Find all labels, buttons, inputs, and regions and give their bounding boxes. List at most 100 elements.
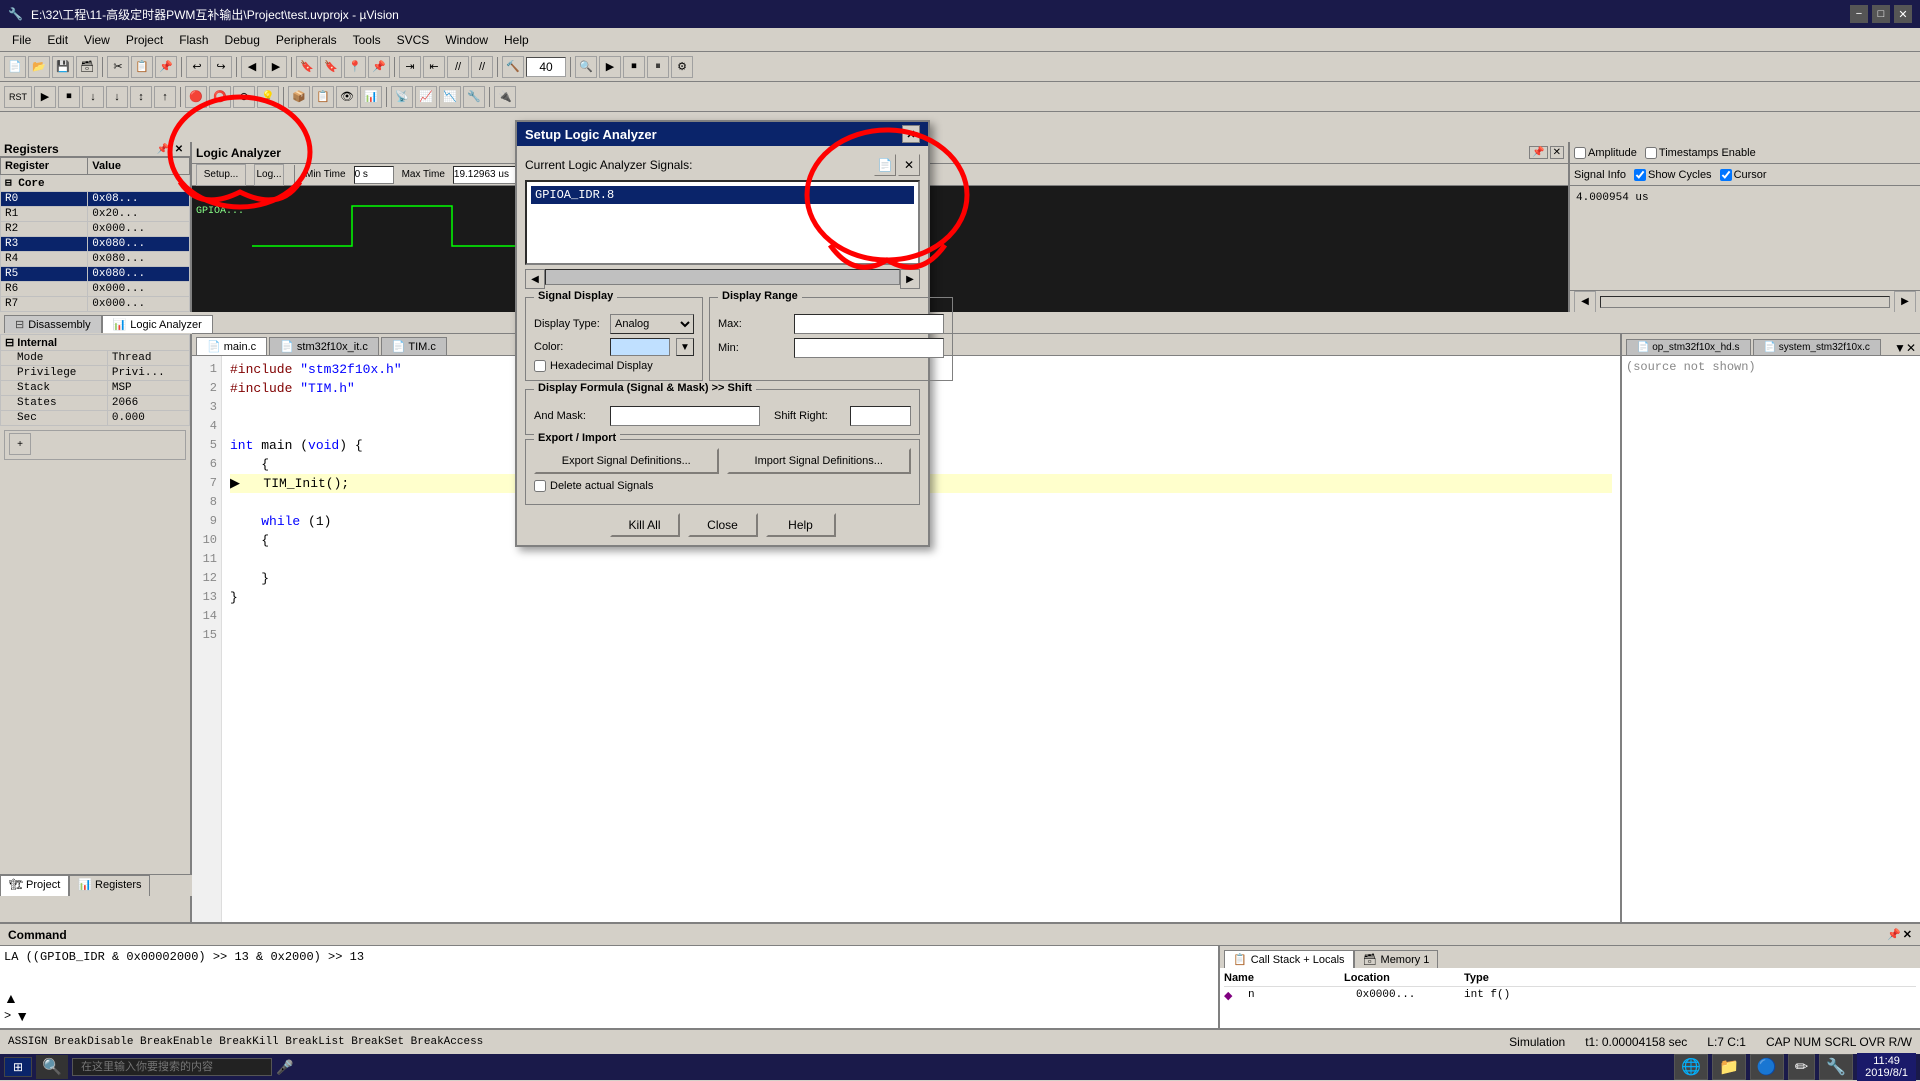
color-picker-btn[interactable]: ▼ [676, 338, 694, 356]
la-float-icon[interactable]: 📌 [1529, 146, 1547, 159]
table-row[interactable]: R50x080... [1, 267, 190, 282]
dialog-new-btn[interactable]: 📄 [874, 154, 896, 176]
import-signal-btn[interactable]: Import Signal Definitions... [727, 448, 912, 474]
run-btn[interactable]: ▶ [34, 86, 56, 108]
command-close[interactable]: ✕ [1903, 928, 1912, 941]
bookmark4-btn[interactable]: 📌 [368, 56, 390, 78]
la-scroll-right[interactable]: ▶ [1894, 291, 1916, 313]
table-row[interactable]: R20x000... [1, 222, 190, 237]
comment-btn[interactable]: // [447, 56, 469, 78]
list-item[interactable]: ◆ n 0x0000... int f() [1224, 987, 1916, 1005]
tab-memory1[interactable]: 🗃 Memory 1 [1354, 950, 1439, 968]
maximize-btn[interactable]: □ [1872, 5, 1890, 23]
search-btn[interactable]: 🔍 [575, 56, 597, 78]
table-row[interactable]: R10x20... [1, 207, 190, 222]
la-close-icon[interactable]: ✕ [1550, 146, 1564, 159]
table-row[interactable]: ⊟ Internal [1, 335, 190, 351]
right-editor-close[interactable]: ✕ [1906, 341, 1916, 355]
search-win-btn[interactable]: 🔍 [36, 1055, 68, 1079]
table-row[interactable]: R70x000... [1, 297, 190, 312]
outdent-btn[interactable]: ⇤ [423, 56, 445, 78]
taskbar-app[interactable]: 🔧 [1819, 1054, 1853, 1080]
save-btn[interactable]: 💾 [52, 56, 74, 78]
show-cycles-checkbox[interactable]: Show Cycles [1634, 169, 1712, 181]
debug-step-btn[interactable]: ⏸ [647, 56, 669, 78]
right-editor-nav[interactable]: ▼ [1894, 341, 1906, 355]
build-btn[interactable]: 🔨 [502, 56, 524, 78]
table-row[interactable]: ModeThread [1, 351, 190, 366]
tab-main-c[interactable]: 📄 main.c [196, 337, 267, 355]
dialog-delete-signal-btn[interactable]: ✕ [898, 154, 920, 176]
menu-project[interactable]: Project [118, 31, 171, 49]
signals-listbox[interactable]: GPIOA_IDR.8 [525, 180, 920, 265]
mem-btn[interactable]: 📦 [288, 86, 310, 108]
logic-btn[interactable]: 📈 [415, 86, 437, 108]
reg-add-btn[interactable]: + [9, 433, 31, 455]
debug-stop-btn[interactable]: ⏹ [623, 56, 645, 78]
cmd-scroll-down[interactable]: ▼ [15, 1008, 29, 1024]
tab-call-stack[interactable]: 📋 Call Stack + Locals [1224, 950, 1354, 968]
close-dialog-btn[interactable]: Close [688, 513, 758, 537]
perf-btn[interactable]: 📉 [439, 86, 461, 108]
taskbar-chrome[interactable]: 🔵 [1750, 1054, 1784, 1080]
max-input[interactable]: 0.0 [794, 314, 944, 334]
cmd-scroll-up[interactable]: ▲ [4, 990, 18, 1006]
serial-btn[interactable]: 📡 [391, 86, 413, 108]
redo-btn[interactable]: ↪ [210, 56, 232, 78]
paste-btn[interactable]: 📌 [155, 56, 177, 78]
step4-btn[interactable]: ↑ [154, 86, 176, 108]
menu-flash[interactable]: Flash [171, 31, 216, 49]
sig-scroll-left[interactable]: ◀ [525, 269, 545, 289]
tab-system-stm32[interactable]: 📄 system_stm32f10x.c [1753, 339, 1881, 355]
la-scroll-left[interactable]: ◀ [1574, 291, 1596, 313]
hexadecimal-checkbox[interactable] [534, 360, 546, 372]
kill-all-btn[interactable]: Kill All [610, 513, 680, 537]
reg-close-icon[interactable]: ✕ [172, 142, 186, 156]
menu-tools[interactable]: Tools [345, 31, 389, 49]
tab-project[interactable]: 🏗 Project [0, 875, 69, 896]
bp3-btn[interactable]: ⊗ [233, 86, 255, 108]
bp4-btn[interactable]: 💡 [257, 86, 279, 108]
bp2-btn[interactable]: ⭕ [209, 86, 231, 108]
step-btn[interactable]: ↓ [82, 86, 104, 108]
table-row[interactable]: Sec0.000 [1, 411, 190, 426]
step2-btn[interactable]: ↓ [106, 86, 128, 108]
new-btn[interactable]: 📄 [4, 56, 26, 78]
table-row[interactable]: R40x080... [1, 252, 190, 267]
table-row[interactable]: ⊟ Core [1, 175, 190, 192]
taskbar-browser[interactable]: 🌐 [1674, 1054, 1708, 1080]
table-row[interactable]: R60x000... [1, 282, 190, 297]
start-btn[interactable]: ⊞ [4, 1057, 32, 1077]
menu-file[interactable]: File [4, 31, 39, 49]
list-item[interactable]: GPIOA_IDR.8 [531, 186, 914, 204]
tab-tim-c[interactable]: 📄 TIM.c [381, 337, 447, 355]
table-row[interactable]: States2066 [1, 396, 190, 411]
amplitude-checkbox[interactable]: Amplitude [1574, 147, 1637, 159]
regs-btn[interactable]: 📊 [360, 86, 382, 108]
display-type-select[interactable]: Analog [610, 314, 694, 334]
undo-btn[interactable]: ↩ [186, 56, 208, 78]
watch-btn[interactable]: 👁 [336, 86, 358, 108]
taskbar-editor[interactable]: ✏ [1788, 1054, 1815, 1080]
taskbar-search[interactable] [72, 1058, 272, 1076]
table-row[interactable]: R00x08... [1, 192, 190, 207]
taskbar-mic[interactable]: 🎤 [276, 1059, 293, 1076]
menu-debug[interactable]: Debug [217, 31, 268, 49]
save-all-btn[interactable]: 🗃 [76, 56, 98, 78]
help-btn[interactable]: Help [766, 513, 836, 537]
copy-btn[interactable]: 📋 [131, 56, 153, 78]
menu-view[interactable]: View [76, 31, 118, 49]
stop-btn[interactable]: ⏹ [58, 86, 80, 108]
nav-back-btn[interactable]: ◀ [241, 56, 263, 78]
ext-btn[interactable]: 🔌 [494, 86, 516, 108]
menu-help[interactable]: Help [496, 31, 537, 49]
close-btn[interactable]: ✕ [1894, 5, 1912, 23]
la-max-time-input[interactable] [453, 166, 523, 184]
tab-stm32-it[interactable]: 📄 stm32f10x_it.c [269, 337, 379, 355]
step3-btn[interactable]: ↕ [130, 86, 152, 108]
bookmark3-btn[interactable]: 📍 [344, 56, 366, 78]
table-row[interactable]: R30x080... [1, 237, 190, 252]
tab-disassembly[interactable]: ⊟ Disassembly [4, 315, 102, 333]
dialog-close-btn[interactable]: ✕ [902, 125, 920, 143]
shift-right-input[interactable]: 0 [850, 406, 911, 426]
